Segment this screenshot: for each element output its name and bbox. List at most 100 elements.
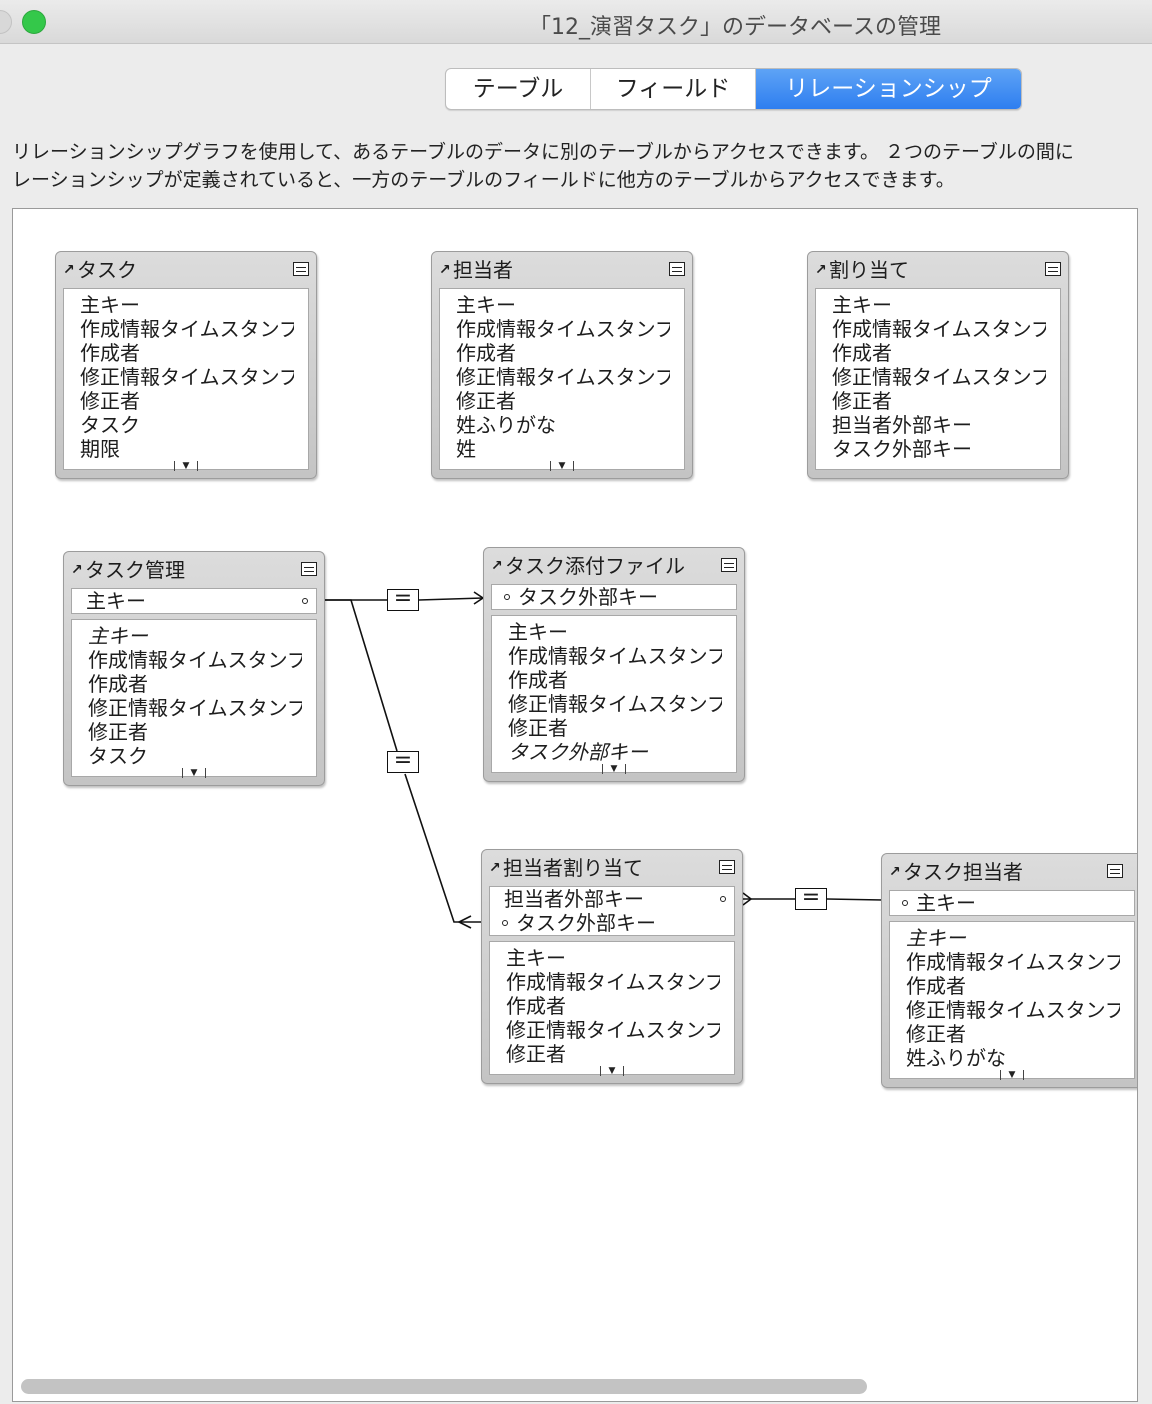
- field-item[interactable]: 作成情報タイムスタンプ: [80, 317, 294, 341]
- tab-relationships[interactable]: リレーションシップ: [756, 69, 1021, 109]
- field-item[interactable]: 作成者: [508, 668, 722, 692]
- field-item[interactable]: 姓ふりがな: [906, 1046, 1120, 1070]
- field-item[interactable]: 修正者: [906, 1022, 1120, 1046]
- field-list[interactable]: 主キー 作成情報タイムスタンプ 作成者 修正情報タイムスタンプ 修正者 タスク …: [63, 288, 309, 471]
- key-field-list[interactable]: タスク外部キー: [491, 584, 737, 610]
- tab-tables[interactable]: テーブル: [446, 69, 591, 109]
- window-title: 「12_演習タスク」のデータベースの管理: [529, 15, 941, 40]
- collapse-icon[interactable]: [1045, 262, 1061, 276]
- relationship-operator[interactable]: =: [387, 750, 419, 773]
- collapse-icon[interactable]: [1107, 864, 1123, 878]
- horizontal-scrollbar[interactable]: [21, 1379, 867, 1394]
- key-field[interactable]: 主キー: [86, 589, 308, 613]
- field-item[interactable]: 作成情報タイムスタンプ: [832, 317, 1046, 341]
- table-header[interactable]: ↗ タスク管理: [71, 552, 317, 588]
- field-item[interactable]: 修正者: [832, 389, 1046, 413]
- zoom-button[interactable]: [22, 10, 46, 34]
- field-item[interactable]: 主キー: [456, 293, 670, 317]
- table-occurrence-task-attachment[interactable]: ↗ タスク添付ファイル タスク外部キー 主キー 作成情報タイムスタンプ 作成者 …: [483, 547, 745, 782]
- scroll-down-icon[interactable]: ▼: [182, 768, 206, 778]
- field-item[interactable]: タスク外部キー: [832, 437, 1046, 461]
- table-header[interactable]: ↗ タスク担当者: [889, 854, 1135, 890]
- field-list[interactable]: 主キー 作成情報タイムスタンプ 作成者 修正情報タイムスタンプ 修正者 タスク外…: [491, 615, 737, 774]
- scroll-down-icon[interactable]: ▼: [1000, 1070, 1024, 1080]
- scroll-down-icon[interactable]: ▼: [602, 764, 626, 774]
- field-list[interactable]: 主キー 作成情報タイムスタンプ 作成者 修正情報タイムスタンプ 修正者 担当者外…: [815, 288, 1061, 470]
- field-item[interactable]: 姓: [456, 437, 670, 461]
- field-item[interactable]: 修正情報タイムスタンプ: [832, 365, 1046, 389]
- field-item[interactable]: 主キー: [88, 624, 302, 648]
- field-item[interactable]: 修正者: [456, 389, 670, 413]
- key-field-list[interactable]: 主キー: [889, 890, 1135, 916]
- key-field[interactable]: タスク外部キー: [502, 911, 720, 935]
- scroll-down-icon[interactable]: ▼: [550, 461, 574, 471]
- field-item[interactable]: 作成情報タイムスタンプ: [88, 648, 302, 672]
- field-item[interactable]: タスク: [88, 744, 302, 768]
- field-item[interactable]: 作成者: [832, 341, 1046, 365]
- collapse-icon[interactable]: [721, 558, 737, 572]
- field-item[interactable]: 修正情報タイムスタンプ: [508, 692, 722, 716]
- key-field-label: 主キー: [86, 589, 146, 613]
- field-item[interactable]: タスク: [80, 413, 294, 437]
- field-item[interactable]: 修正者: [508, 716, 722, 740]
- field-item[interactable]: 主キー: [80, 293, 294, 317]
- field-item[interactable]: 修正者: [80, 389, 294, 413]
- key-field[interactable]: 担当者外部キー: [504, 887, 726, 911]
- table-occurrence-task[interactable]: ↗ タスク 主キー 作成情報タイムスタンプ 作成者 修正情報タイムスタンプ 修正…: [55, 251, 317, 479]
- table-header[interactable]: ↗ タスク添付ファイル: [491, 548, 737, 584]
- table-header[interactable]: ↗ 担当者: [439, 252, 685, 288]
- field-list[interactable]: 主キー 作成情報タイムスタンプ 作成者 修正情報タイムスタンプ 修正者 ▼: [489, 941, 735, 1076]
- table-occurrence-assignment[interactable]: ↗ 割り当て 主キー 作成情報タイムスタンプ 作成者 修正情報タイムスタンプ 修…: [807, 251, 1069, 479]
- table-header[interactable]: ↗ タスク: [63, 252, 309, 288]
- field-item[interactable]: 作成情報タイムスタンプ: [456, 317, 670, 341]
- scroll-down-icon[interactable]: ▼: [174, 461, 198, 471]
- field-item[interactable]: 作成情報タイムスタンプ: [508, 644, 722, 668]
- field-list[interactable]: 主キー 作成情報タイムスタンプ 作成者 修正情報タイムスタンプ 修正者 姓ふりが…: [439, 288, 685, 471]
- field-item[interactable]: 作成情報タイムスタンプ: [906, 950, 1120, 974]
- field-item[interactable]: 作成者: [80, 341, 294, 365]
- field-item[interactable]: 修正情報タイムスタンプ: [88, 696, 302, 720]
- field-item[interactable]: タスク外部キー: [508, 740, 722, 764]
- field-list[interactable]: 主キー 作成情報タイムスタンプ 作成者 修正情報タイムスタンプ 修正者 姓ふりが…: [889, 921, 1135, 1080]
- key-field-list[interactable]: 担当者外部キー タスク外部キー: [489, 886, 735, 936]
- relationship-operator[interactable]: =: [795, 887, 827, 910]
- table-occurrence-assignee[interactable]: ↗ 担当者 主キー 作成情報タイムスタンプ 作成者 修正情報タイムスタンプ 修正…: [431, 251, 693, 479]
- tab-fields[interactable]: フィールド: [591, 69, 756, 109]
- collapse-icon[interactable]: [719, 860, 735, 874]
- field-item[interactable]: 担当者外部キー: [832, 413, 1046, 437]
- field-item[interactable]: 修正情報タイムスタンプ: [506, 1018, 720, 1042]
- field-item[interactable]: 主キー: [906, 926, 1120, 950]
- field-item[interactable]: 作成者: [88, 672, 302, 696]
- key-field-list[interactable]: 主キー: [71, 588, 317, 614]
- field-item[interactable]: 修正情報タイムスタンプ: [456, 365, 670, 389]
- field-item[interactable]: 修正情報タイムスタンプ: [906, 998, 1120, 1022]
- field-item[interactable]: 作成情報タイムスタンプ: [506, 970, 720, 994]
- field-item[interactable]: 姓ふりがな: [456, 413, 670, 437]
- field-item[interactable]: 期限: [80, 437, 294, 461]
- scroll-down-icon[interactable]: ▼: [600, 1066, 624, 1076]
- key-field[interactable]: 主キー: [902, 891, 1120, 915]
- field-item[interactable]: 主キー: [508, 620, 722, 644]
- field-item[interactable]: 修正情報タイムスタンプ: [80, 365, 294, 389]
- field-item[interactable]: 作成者: [906, 974, 1120, 998]
- relationship-graph[interactable]: = = = ↗ タスク 主キー 作成情報タイムスタンプ 作成者 修正情報タイムス…: [12, 208, 1138, 1402]
- minimize-button[interactable]: [0, 10, 12, 34]
- table-header[interactable]: ↗ 担当者割り当て: [489, 850, 735, 886]
- key-field[interactable]: タスク外部キー: [504, 585, 722, 609]
- collapse-icon[interactable]: [669, 262, 685, 276]
- collapse-icon[interactable]: [293, 262, 309, 276]
- field-item[interactable]: 作成者: [506, 994, 720, 1018]
- collapse-icon[interactable]: [301, 562, 317, 576]
- field-item[interactable]: 作成者: [456, 341, 670, 365]
- table-occurrence-task-assignee[interactable]: ↗ タスク担当者 主キー 主キー 作成情報タイムスタンプ 作成者 修正情報タイム…: [881, 853, 1137, 1088]
- field-item[interactable]: 修正者: [88, 720, 302, 744]
- table-occurrence-task-management[interactable]: ↗ タスク管理 主キー 主キー 作成情報タイムスタンプ 作成者 修正情報タイムス…: [63, 551, 325, 786]
- field-item[interactable]: 修正者: [506, 1042, 720, 1066]
- relationship-operator[interactable]: =: [387, 588, 419, 611]
- table-header[interactable]: ↗ 割り当て: [815, 252, 1061, 288]
- table-occurrence-assignee-assignment[interactable]: ↗ 担当者割り当て 担当者外部キー タスク外部キー 主キー 作成情報タイムスタン…: [481, 849, 743, 1084]
- field-item[interactable]: 主キー: [832, 293, 1046, 317]
- field-list[interactable]: 主キー 作成情報タイムスタンプ 作成者 修正情報タイムスタンプ 修正者 タスク …: [71, 619, 317, 778]
- table-name: タスク管理: [85, 558, 185, 582]
- field-item[interactable]: 主キー: [506, 946, 720, 970]
